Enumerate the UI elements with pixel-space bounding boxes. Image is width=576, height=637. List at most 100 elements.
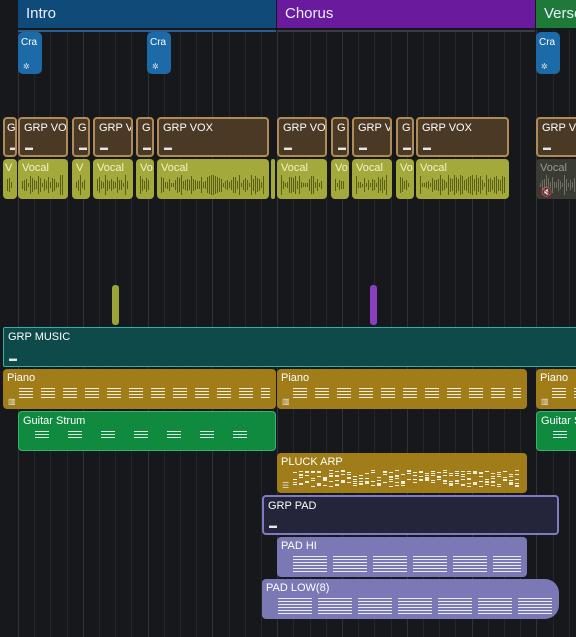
midi-icon: ▥ <box>282 397 290 406</box>
grp-vox-label: G <box>337 122 346 134</box>
vocal-clip[interactable]: Vocal <box>157 159 269 199</box>
region-chorus[interactable]: Chorus <box>277 0 535 28</box>
speaker-muted-icon: 🔇 <box>541 187 553 197</box>
piano-clip[interactable]: Piano ▥ <box>3 369 276 409</box>
midi-notes <box>293 468 521 490</box>
crash-clip-label: Cra <box>150 37 167 48</box>
folder-icon: ▬ <box>100 143 108 152</box>
vocal-waveform <box>161 173 265 197</box>
vocal-waveform <box>281 173 323 197</box>
grp-vox-clip[interactable]: G ▬ <box>331 117 349 157</box>
vocal-clip[interactable]: Vocal <box>18 159 68 199</box>
vocal-waveform <box>22 173 64 197</box>
region-intro-underline <box>18 30 276 32</box>
folder-icon: ▬ <box>543 143 551 152</box>
grp-pad-label: GRP PAD <box>268 500 317 512</box>
gear-icon: ✲ <box>23 62 30 71</box>
pluck-arp-clip[interactable]: PLUCK ARP ☰ <box>277 453 527 493</box>
guitar-strum-clip[interactable]: Guitar Strum <box>18 411 276 451</box>
grp-vox-clip[interactable]: G ▬ <box>136 117 154 157</box>
grp-vox-label: GRP V <box>358 122 392 134</box>
pad-low-clip[interactable]: PAD LOW(8) <box>262 579 559 619</box>
folder-icon: ▬ <box>338 143 346 152</box>
lines-icon: ☰ <box>282 481 290 490</box>
grp-vox-clip[interactable]: GRP VOX ▬ <box>157 117 269 157</box>
crash-clip-label: Cra <box>21 37 38 48</box>
grp-vox-clip[interactable]: GRP V ▬ <box>93 117 133 157</box>
midi-notes <box>293 384 521 406</box>
vocal-clip-muted[interactable]: Vocal 🔇 <box>536 159 576 199</box>
grp-vox-clip[interactable]: GRP VO ▬ <box>18 117 68 157</box>
folder-icon: ▬ <box>164 143 172 152</box>
gear-icon: ✲ <box>152 62 159 71</box>
piano-clip[interactable]: Piano ▥ <box>277 369 527 409</box>
vocal-waveform <box>140 173 150 197</box>
folder-icon: ▬ <box>269 521 277 530</box>
vocal-clip[interactable]: Vocal <box>93 159 133 199</box>
region-intro[interactable]: Intro <box>18 0 276 28</box>
folder-icon: ▬ <box>25 143 33 152</box>
region-chorus-underline <box>277 30 535 32</box>
piano-clip[interactable]: Piano ▥ <box>536 369 576 409</box>
vocal-clip[interactable]: Vo <box>396 159 414 199</box>
grp-vox-clip[interactable]: G ▬ <box>396 117 414 157</box>
vocal-clip[interactable]: Vocal <box>352 159 392 199</box>
vocal-waveform <box>76 173 86 197</box>
vocal-clip[interactable]: Vocal <box>416 159 509 199</box>
grp-pad-clip[interactable]: GRP PAD ▬ <box>262 495 559 535</box>
folder-icon: ▬ <box>143 143 151 152</box>
vocal-clip[interactable]: Vo <box>136 159 154 199</box>
midi-notes <box>293 552 521 574</box>
vocal-clip[interactable] <box>271 159 275 199</box>
grp-vox-clip[interactable]: GRP VO ▬ <box>277 117 327 157</box>
vocal-clip[interactable]: Vo <box>331 159 349 199</box>
guitar-strum-clip[interactable]: Guitar Strum <box>536 411 576 451</box>
folder-icon: ▬ <box>423 143 431 152</box>
midi-notes <box>19 384 270 406</box>
gear-icon: ✲ <box>541 62 548 71</box>
midi-notes <box>552 384 576 406</box>
vocal-waveform <box>400 173 410 197</box>
midi-notes <box>278 594 553 616</box>
arrangement-view[interactable]: Intro Chorus Verse Cra ✲ Cra ✲ Cra ✲ G ▬… <box>0 0 576 637</box>
grp-vox-clip[interactable]: GRP VOX ▬ <box>536 117 576 157</box>
vocal-waveform <box>420 173 505 197</box>
crash-clip[interactable]: Cra ✲ <box>18 32 42 74</box>
midi-notes <box>553 427 576 449</box>
folder-icon: ▬ <box>9 354 17 363</box>
grp-vox-clip[interactable]: G ▬ <box>3 117 17 157</box>
region-verse[interactable]: Verse <box>536 0 576 28</box>
grp-vox-label: G <box>402 122 411 134</box>
grp-vox-clip[interactable]: G ▬ <box>72 117 90 157</box>
pad-hi-clip[interactable]: PAD HI <box>277 537 527 577</box>
vocal-waveform <box>7 173 13 197</box>
grp-vox-label: GRP VO <box>283 122 326 134</box>
vocal-clip[interactable]: V <box>3 159 17 199</box>
automation-marker[interactable] <box>112 285 119 325</box>
grp-vox-label: GRP V <box>99 122 133 134</box>
crash-clip[interactable]: Cra ✲ <box>536 32 560 74</box>
vocal-clip[interactable]: V <box>72 159 90 199</box>
folder-icon: ▬ <box>10 144 15 152</box>
vocal-clip[interactable]: Vocal <box>277 159 327 199</box>
midi-notes <box>35 427 269 449</box>
vocal-waveform <box>356 173 388 197</box>
grp-vox-label: GRP VO <box>24 122 67 134</box>
folder-icon: ▬ <box>79 143 87 152</box>
folder-icon: ▬ <box>359 143 367 152</box>
grp-music-label: GRP MUSIC <box>8 331 71 343</box>
grp-vox-label: G <box>142 122 151 134</box>
automation-marker[interactable] <box>370 285 377 325</box>
folder-icon: ▬ <box>403 143 411 152</box>
grp-vox-label: G <box>7 122 16 134</box>
grp-vox-clip[interactable]: GRP VOX ▬ <box>416 117 509 157</box>
midi-icon: ▥ <box>8 397 16 406</box>
grp-vox-label: GRP VOX <box>422 122 472 134</box>
crash-clip-label: Cra <box>539 37 556 48</box>
grp-vox-label: GRP VOX <box>163 122 213 134</box>
grp-vox-label: G <box>78 122 87 134</box>
crash-clip[interactable]: Cra ✲ <box>147 32 171 74</box>
grp-vox-clip[interactable]: GRP V ▬ <box>352 117 392 157</box>
grp-vox-label: GRP VOX <box>542 122 576 134</box>
grp-music-clip[interactable]: GRP MUSIC ▬ <box>3 327 576 367</box>
